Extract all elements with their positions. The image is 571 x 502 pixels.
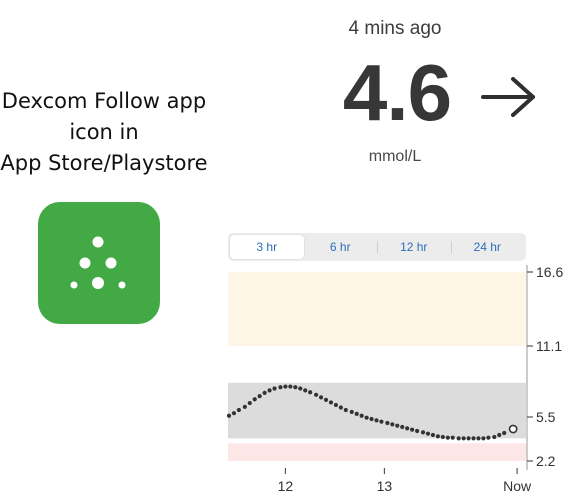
glucose-reading-point bbox=[486, 435, 491, 440]
glucose-reading-point bbox=[414, 428, 420, 434]
glucose-reading-point bbox=[405, 426, 410, 431]
glucose-reading-point bbox=[226, 413, 232, 418]
glucose-reading-point bbox=[308, 390, 313, 395]
dexcom-follow-screen: Dexcom Follow app icon in App Store/Play… bbox=[0, 0, 571, 502]
glucose-reading-point bbox=[395, 423, 400, 428]
glucose-reading-point bbox=[445, 435, 450, 440]
glucose-reading-point bbox=[430, 432, 436, 438]
y-tick-label: 11.1 bbox=[536, 338, 562, 354]
glucose-reading-point bbox=[435, 434, 440, 439]
y-tick-label: 2.2 bbox=[536, 453, 556, 469]
glucose-reading-point bbox=[385, 420, 390, 426]
glucose-reading-point bbox=[450, 435, 455, 440]
glucose-reading-point bbox=[343, 407, 348, 413]
glucose-reading-point bbox=[242, 404, 247, 409]
glucose-reading-point bbox=[481, 436, 486, 441]
glucose-reading-point bbox=[466, 436, 471, 441]
glucose-reading-point bbox=[379, 419, 384, 424]
x-tick-label: 12 bbox=[278, 478, 294, 494]
glucose-reading-point bbox=[390, 422, 395, 427]
band-low bbox=[228, 442, 526, 461]
glucose-reading-point bbox=[231, 411, 237, 416]
glucose-reading-point bbox=[400, 424, 405, 430]
glucose-reading-point bbox=[349, 409, 354, 415]
glucose-reading-point bbox=[288, 384, 293, 389]
glucose-reading-point bbox=[492, 434, 497, 440]
band-high bbox=[228, 272, 526, 346]
glucose-reading-point bbox=[364, 415, 369, 420]
glucose-trend-chart: 16.6 11.1 5.5 2.2 12 13 Now bbox=[226, 264, 563, 494]
glucose-reading-point bbox=[497, 432, 502, 438]
glucose-reading-point bbox=[369, 416, 374, 422]
glucose-reading-point bbox=[502, 430, 507, 436]
glucose-reading-point bbox=[354, 411, 359, 416]
y-tick-label: 5.5 bbox=[536, 409, 556, 425]
glucose-reading-point bbox=[272, 386, 277, 391]
glucose-reading-point bbox=[314, 392, 319, 397]
glucose-reading-point bbox=[267, 388, 272, 393]
glucose-reading-point bbox=[298, 386, 303, 391]
glucose-reading-point bbox=[359, 413, 364, 418]
glucose-reading-point bbox=[374, 418, 379, 423]
x-tick-label: 13 bbox=[377, 478, 393, 494]
glucose-reading-point bbox=[278, 385, 283, 390]
glucose-reading-point bbox=[471, 436, 476, 441]
glucose-reading-point bbox=[440, 434, 445, 440]
glucose-reading-point bbox=[323, 397, 329, 402]
glucose-reading-point bbox=[333, 402, 339, 408]
glucose-reading-point bbox=[476, 436, 481, 441]
current-reading-point bbox=[508, 424, 518, 434]
glucose-reading-point bbox=[247, 400, 252, 406]
glucose-reading-point bbox=[410, 427, 415, 432]
glucose-reading-point bbox=[338, 405, 343, 410]
band-in-range bbox=[228, 382, 526, 439]
y-tick-label: 16.6 bbox=[536, 264, 563, 280]
glucose-reading-point bbox=[257, 393, 262, 399]
band-separator bbox=[228, 440, 526, 444]
glucose-reading-point bbox=[456, 436, 461, 441]
glucose-reading-point bbox=[262, 390, 267, 396]
glucose-reading-point bbox=[252, 397, 257, 402]
glucose-reading-point bbox=[236, 407, 241, 413]
x-tick-label: Now bbox=[503, 478, 532, 494]
glucose-reading-point bbox=[461, 436, 466, 441]
glucose-reading-point bbox=[420, 430, 426, 435]
glucose-reading-point bbox=[283, 384, 288, 389]
glucose-reading-point bbox=[318, 395, 324, 400]
glucose-reading-point bbox=[425, 431, 431, 436]
glucose-reading-point bbox=[293, 385, 298, 390]
glucose-reading-point bbox=[328, 400, 334, 405]
glucose-reading-point bbox=[303, 388, 308, 393]
